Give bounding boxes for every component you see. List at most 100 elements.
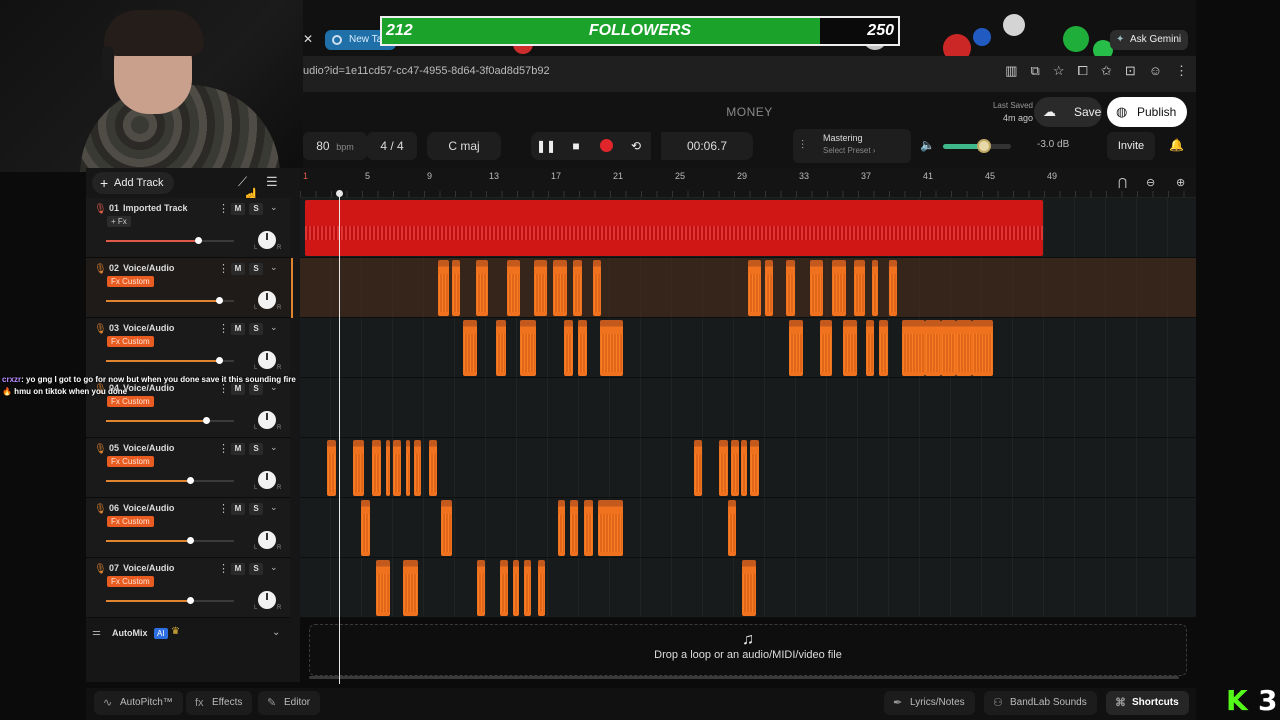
track-lane[interactable] [300,438,1196,498]
zoom-in-icon[interactable]: ⊕ [1176,176,1185,189]
mixer-icon[interactable]: ☰ [266,174,278,190]
track-row[interactable]: 🎙 03 Voice/Audio ⋮ M S ⌄ Fx Custom L R [86,318,290,378]
audio-clip[interactable] [819,320,832,376]
timeline-ruler[interactable]: ⋂ ⊖ ⊕ 1 5 9 13 17 21 25 29 33 37 41 45 49 [300,168,1196,198]
solo-button[interactable]: S [249,443,263,455]
audio-clip[interactable] [413,440,422,496]
mute-button[interactable]: M [231,323,245,335]
bookmark-star-icon[interactable]: ☆ [1053,63,1065,79]
loop-button[interactable]: ⟲ [621,132,651,160]
bell-icon[interactable]: 🔔 [1169,138,1184,152]
audio-clip[interactable] [599,320,623,376]
track-lane[interactable] [300,258,1196,318]
snap-magnet-icon[interactable]: ⋂ [1118,176,1127,189]
track-menu-icon[interactable]: ⋮ [218,502,229,515]
pan-knob[interactable] [258,531,276,549]
audio-clip[interactable] [429,440,437,496]
invite-button[interactable]: Invite [1107,132,1155,160]
track-volume-slider[interactable] [106,477,234,484]
audio-clip[interactable] [477,560,485,616]
close-tab-icon[interactable]: ✕ [303,32,315,46]
audio-clip[interactable] [438,260,450,316]
fx-badge[interactable]: Fx Custom [107,336,154,347]
track-volume-slider[interactable] [106,537,234,544]
audio-clip[interactable] [742,560,757,616]
time-signature-control[interactable]: 4 / 4 [367,132,417,160]
track-volume-knob[interactable] [195,237,203,244]
chevron-down-icon[interactable]: ⌄ [270,502,278,513]
track-volume-slider[interactable] [106,297,234,304]
audio-clip[interactable] [326,440,336,496]
audio-clip[interactable] [475,260,488,316]
audio-clip[interactable] [577,320,588,376]
pan-knob[interactable] [258,291,276,309]
audio-clip[interactable] [593,260,602,316]
microphone-icon[interactable]: 🎙 [94,504,107,515]
track-lane[interactable] [300,558,1196,618]
add-track-button[interactable]: + Add Track [92,172,174,194]
audio-clip[interactable] [749,440,760,496]
effects-button[interactable]: fx Effects [186,691,253,715]
audio-clip[interactable] [360,500,371,556]
track-name[interactable]: 07 Voice/Audio [109,563,174,573]
track-menu-icon[interactable]: ⋮ [218,322,229,335]
solo-button[interactable]: S [249,263,263,275]
track-name[interactable]: 03 Voice/Audio [109,323,174,333]
pause-button[interactable]: ❚❚ [531,132,561,160]
solo-button[interactable]: S [249,203,263,215]
track-lane[interactable] [300,498,1196,558]
track-volume-slider[interactable] [106,237,234,244]
audio-clip[interactable] [694,440,702,496]
lyrics-notes-button[interactable]: ✒ Lyrics/Notes [884,691,975,715]
reader-mode-icon[interactable]: ▥ [1005,63,1017,79]
fx-badge[interactable]: Fx Custom [107,456,154,467]
audio-clip[interactable] [853,260,865,316]
audio-clip[interactable] [534,260,547,316]
track-row[interactable]: 🎙 07 Voice/Audio ⋮ M S ⌄ Fx Custom L R [86,558,290,618]
audio-clip[interactable] [728,500,736,556]
stop-button[interactable]: ■ [561,132,591,160]
audio-clip[interactable] [765,260,774,316]
fx-badge[interactable]: Fx Custom [107,516,154,527]
install-app-icon[interactable]: ⧉ [1031,63,1040,79]
pan-knob[interactable] [258,411,276,429]
track-menu-icon[interactable]: ⋮ [218,202,229,215]
audio-clip[interactable] [452,260,460,316]
track-name[interactable]: 05 Voice/Audio [109,443,174,453]
audio-clip[interactable] [740,440,747,496]
mute-button[interactable]: M [231,203,245,215]
chevron-down-icon[interactable]: ⌄ [270,442,278,453]
audio-clip[interactable] [537,560,546,616]
track-menu-icon[interactable]: ⋮ [218,262,229,275]
track-volume-knob[interactable] [187,597,195,604]
audio-clip[interactable] [405,440,411,496]
audio-clip[interactable] [553,260,567,316]
master-volume-slider[interactable] [943,139,1011,153]
audio-clip[interactable] [402,560,419,616]
save-button[interactable]: ☁ Save [1034,97,1102,127]
audio-clip[interactable] [956,320,972,376]
solo-button[interactable]: S [249,503,263,515]
audio-clip[interactable] [393,440,402,496]
audio-clip[interactable] [925,320,941,376]
audio-clip[interactable] [878,320,888,376]
track-row[interactable]: 🎙 01 Imported Track ⋮ M S ⌄ + Fx L R [86,198,290,258]
track-lane[interactable] [300,378,1196,438]
microphone-icon[interactable]: 🎙 [94,204,107,215]
ask-gemini-button[interactable]: ✦ Ask Gemini [1110,30,1189,50]
audio-clip[interactable] [788,320,803,376]
audio-clip[interactable] [506,260,521,316]
audio-clip[interactable] [573,260,583,316]
bookmarks-icon[interactable]: ✩ [1101,63,1112,79]
pan-knob[interactable] [258,471,276,489]
key-control[interactable]: C maj [427,132,501,160]
editor-button[interactable]: ✎ Editor [258,691,321,715]
audio-clip[interactable] [512,560,519,616]
audio-clip[interactable] [570,500,578,556]
track-row[interactable]: 🎙 06 Voice/Audio ⋮ M S ⌄ Fx Custom L R [86,498,290,558]
audio-clip[interactable] [718,440,729,496]
solo-button[interactable]: S [249,563,263,575]
audio-clip[interactable] [889,260,898,316]
audio-clip[interactable] [731,440,739,496]
track-volume-slider[interactable] [106,357,234,364]
